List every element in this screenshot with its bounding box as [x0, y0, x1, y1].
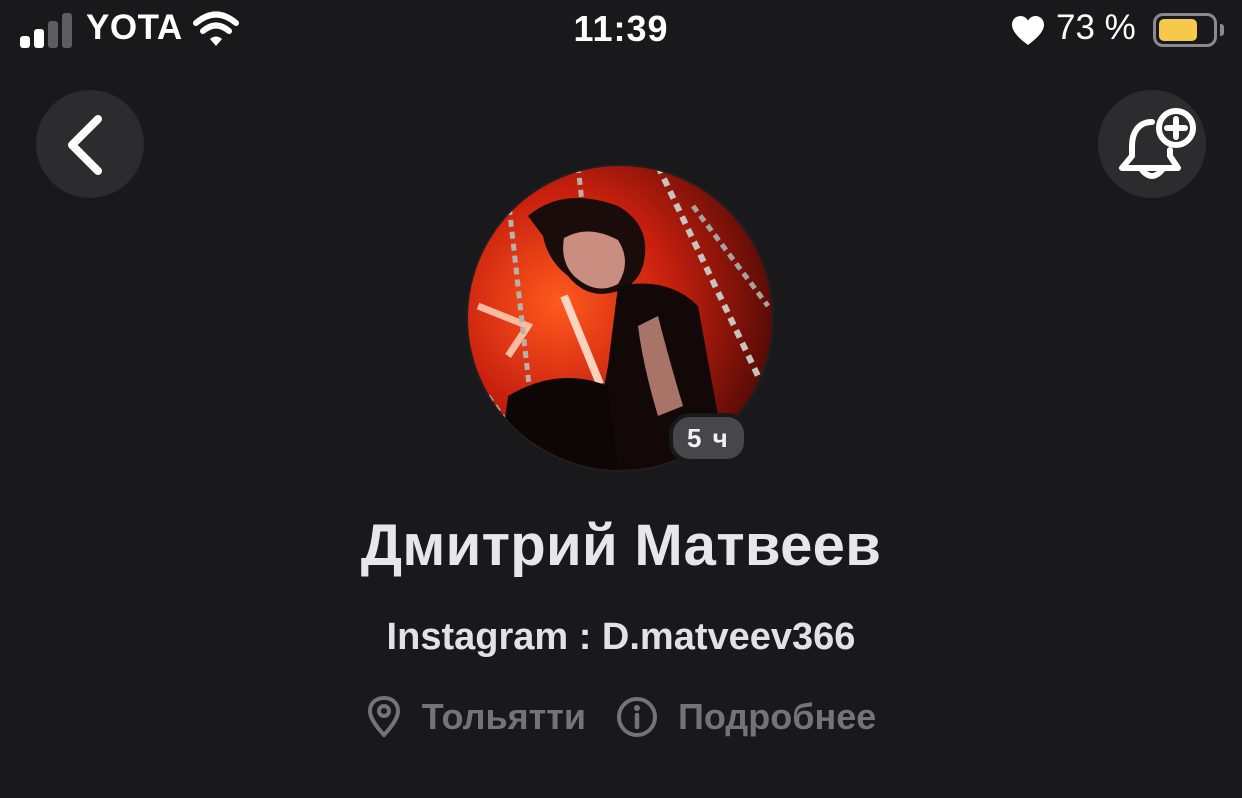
city-link[interactable]: Тольятти	[366, 696, 586, 738]
heart-icon	[1012, 16, 1044, 45]
details-link[interactable]: Подробнее	[616, 696, 876, 738]
location-pin-icon	[367, 696, 400, 737]
battery-tip	[1220, 24, 1224, 36]
city-label: Тольятти	[421, 696, 586, 737]
bell-plus-icon	[1119, 108, 1196, 179]
chevron-left-icon	[68, 115, 102, 175]
info-icon	[616, 697, 657, 737]
battery-icon	[1153, 13, 1217, 47]
battery-percent: 73 %	[1056, 8, 1136, 47]
profile-status: Instagram : D.matveev366	[386, 616, 856, 658]
subscribe-notifications-button[interactable]	[1098, 90, 1206, 198]
status-bar: YOTA 11:39 73 %	[0, 0, 1242, 66]
battery-level	[1159, 19, 1197, 41]
profile-name: Дмитрий Матвеев	[360, 513, 882, 578]
story-age-badge: 5 ч	[669, 413, 748, 463]
back-button[interactable]	[36, 90, 144, 198]
profile-meta-row: Тольятти Подробнее	[0, 696, 1242, 738]
details-label: Подробнее	[677, 696, 877, 737]
